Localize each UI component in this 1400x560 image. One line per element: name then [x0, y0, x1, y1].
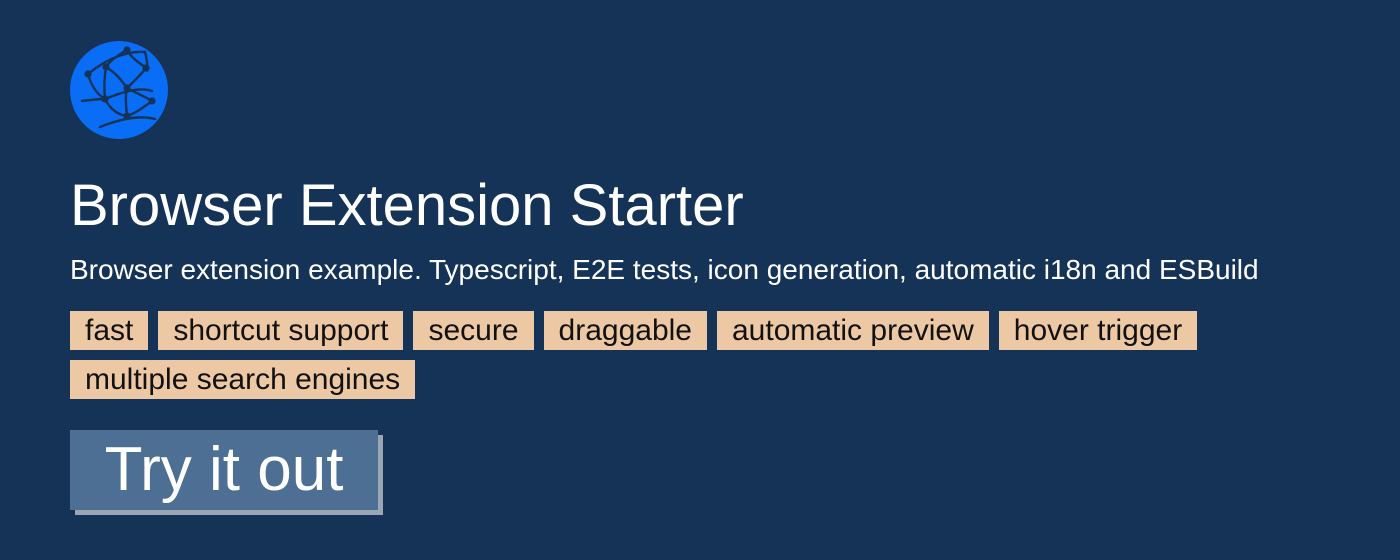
feature-tag: secure [413, 311, 534, 350]
feature-tag: hover trigger [998, 311, 1198, 350]
feature-tag: fast [70, 311, 149, 350]
cta-container: Try it out [70, 430, 383, 515]
page-subtitle: Browser extension example. Typescript, E… [70, 254, 1259, 285]
feature-tag: shortcut support [158, 311, 404, 350]
feature-tag: automatic preview [716, 311, 989, 350]
feature-tags: fast shortcut support secure draggable a… [70, 311, 1330, 399]
feature-tag: multiple search engines [70, 360, 416, 399]
page-title: Browser Extension Starter [70, 173, 744, 238]
feature-tag: draggable [543, 311, 707, 350]
globe-network-icon [70, 41, 168, 139]
try-it-out-button[interactable]: Try it out [70, 430, 378, 510]
